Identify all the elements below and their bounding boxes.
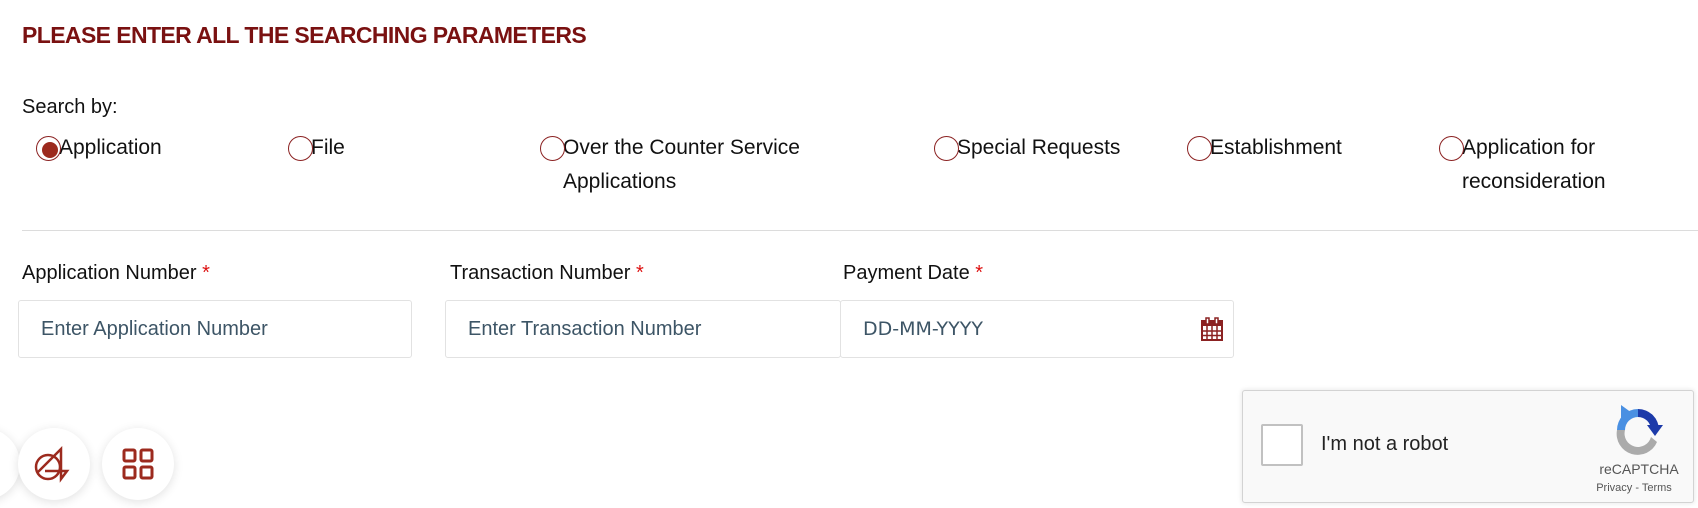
transaction-number-field[interactable] bbox=[445, 300, 841, 358]
application-number-label: Application Number * bbox=[22, 262, 210, 284]
required-mark: * bbox=[636, 262, 644, 284]
radio-label: Application bbox=[59, 136, 162, 159]
required-mark: * bbox=[202, 262, 210, 284]
radio-unchecked-icon[interactable] bbox=[934, 136, 959, 161]
recaptcha-label: I'm not a robot bbox=[1321, 433, 1449, 455]
divider bbox=[22, 230, 1698, 231]
accessibility-logo-icon bbox=[34, 445, 70, 483]
payment-date-field[interactable] bbox=[840, 300, 1234, 358]
radio-label: File bbox=[311, 136, 345, 159]
radio-over-the-counter[interactable]: Over the Counter Service Applications bbox=[540, 135, 800, 199]
radio-label: Special Requests bbox=[957, 136, 1121, 159]
recaptcha-checkbox[interactable] bbox=[1261, 424, 1303, 466]
radio-unchecked-icon[interactable] bbox=[1439, 136, 1464, 161]
radio-special-requests[interactable]: Special Requests bbox=[934, 135, 1120, 165]
payment-date-input[interactable] bbox=[841, 301, 1233, 357]
recaptcha-logo-icon bbox=[1616, 405, 1663, 455]
privacy-link[interactable]: Privacy bbox=[1596, 482, 1632, 494]
radio-unchecked-icon[interactable] bbox=[1187, 136, 1212, 161]
radio-reconsideration[interactable]: Application for reconsideration bbox=[1439, 135, 1606, 199]
recaptcha-widget: I'm not a robot reCAPTCHA Privacy - Term… bbox=[1242, 390, 1694, 503]
grid-apps-icon bbox=[122, 448, 154, 480]
radio-label: Application for reconsideration bbox=[1462, 136, 1606, 193]
radio-unchecked-icon[interactable] bbox=[540, 136, 565, 161]
radio-label: Over the Counter Service Applications bbox=[563, 136, 800, 193]
required-mark: * bbox=[975, 262, 984, 284]
apps-menu-button[interactable] bbox=[102, 428, 174, 500]
application-number-field[interactable] bbox=[18, 300, 412, 358]
page-title: PLEASE ENTER ALL THE SEARCHING PARAMETER… bbox=[22, 22, 587, 48]
terms-link[interactable]: Terms bbox=[1642, 482, 1672, 494]
payment-date-label: Payment Date * bbox=[843, 262, 984, 284]
recaptcha-links: Privacy - Terms bbox=[1578, 482, 1690, 494]
transaction-number-label: Transaction Number * bbox=[450, 262, 644, 284]
transaction-number-input[interactable] bbox=[446, 301, 840, 357]
recaptcha-brand: reCAPTCHA bbox=[1599, 461, 1679, 477]
calendar-icon[interactable] bbox=[1201, 317, 1223, 341]
floating-button-partial[interactable] bbox=[0, 428, 20, 500]
search-by-label: Search by: bbox=[22, 96, 118, 118]
radio-establishment[interactable]: Establishment bbox=[1187, 135, 1342, 165]
radio-file[interactable]: File bbox=[288, 135, 345, 165]
radio-application[interactable]: Application bbox=[36, 135, 162, 165]
application-number-input[interactable] bbox=[19, 301, 411, 357]
radio-checked-icon[interactable] bbox=[36, 136, 61, 161]
radio-unchecked-icon[interactable] bbox=[288, 136, 313, 161]
radio-label: Establishment bbox=[1210, 136, 1342, 159]
accessibility-button[interactable] bbox=[18, 428, 90, 500]
separator: - bbox=[1632, 482, 1642, 494]
